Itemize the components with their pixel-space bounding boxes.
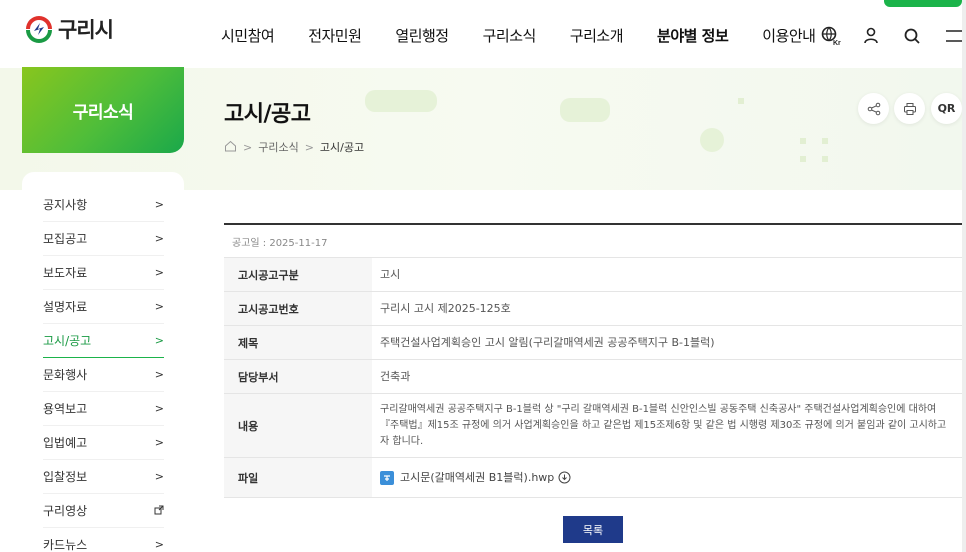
- sidebar-item-label: 입찰정보: [43, 470, 88, 484]
- gnb-item-field-info[interactable]: 분야별 정보: [657, 25, 729, 46]
- printer-icon: [903, 102, 916, 115]
- row-label-number: 고시공고번호: [224, 292, 372, 325]
- chevron-right-icon: >: [154, 334, 164, 347]
- search-icon[interactable]: [902, 26, 922, 46]
- external-link-icon: [154, 504, 164, 518]
- gnb-item-about[interactable]: 구리소개: [570, 25, 624, 46]
- sidebar-item-label: 구리영상: [43, 504, 88, 518]
- breadcrumb-level1[interactable]: 구리소식: [258, 139, 298, 155]
- gnb-item-open-admin[interactable]: 열린행정: [395, 25, 449, 46]
- row-value-content: 구리갈매역세권 공공주택지구 B-1블럭 상 "구리 갈매역세권 B-1블럭 신…: [380, 403, 947, 447]
- section-title-block: 구리소식: [22, 67, 184, 153]
- site-logo[interactable]: 구리시: [22, 14, 114, 44]
- sidebar-item-announcement[interactable]: 고시/공고 >: [43, 324, 164, 358]
- row-value-number: 구리시 고시 제2025-125호: [380, 301, 511, 315]
- row-label-title: 제목: [224, 326, 372, 359]
- table-row: 담당부서 건축과: [224, 360, 962, 394]
- main-navigation: 시민참여 전자민원 열린행정 구리소식 구리소개 분야별 정보 이용안내: [221, 25, 849, 46]
- sidebar-item-label: 보도자료: [43, 266, 88, 280]
- sidebar-item-label: 문화행사: [43, 368, 88, 382]
- sidebar-item-explain[interactable]: 설명자료 >: [43, 290, 164, 324]
- chevron-right-icon: >: [154, 300, 164, 313]
- chevron-right-icon: >: [154, 538, 164, 551]
- home-icon[interactable]: [224, 140, 237, 155]
- city-emblem-icon: [22, 14, 56, 44]
- print-button[interactable]: [894, 93, 925, 124]
- sidebar-item-video[interactable]: 구리영상: [43, 494, 164, 528]
- sidebar-item-card-news[interactable]: 카드뉴스 >: [43, 528, 164, 552]
- chevron-right-icon: >: [154, 198, 164, 211]
- gnb-item-guide[interactable]: 이용안내: [762, 25, 816, 46]
- user-icon[interactable]: [861, 26, 881, 46]
- chevron-right-icon: >: [154, 402, 164, 415]
- language-badge: Kr: [833, 40, 841, 46]
- logo-text: 구리시: [58, 18, 114, 42]
- menu-icon[interactable]: [944, 26, 964, 46]
- share-icon: [867, 102, 880, 115]
- page-title: 고시/공고: [224, 102, 311, 127]
- header-accent-bar: [884, 0, 962, 7]
- row-value-file: 고시문(갈매역세권 B1블럭).hwp: [372, 458, 962, 497]
- notice-detail-table: 공고일 : 2025-11-17 고시공고구분 고시 고시공고번호 구리시 고시…: [224, 223, 962, 498]
- chevron-right-icon: >: [154, 266, 164, 279]
- language-icon[interactable]: Kr: [821, 26, 841, 47]
- gnb-item-civil-service[interactable]: 전자민원: [308, 25, 362, 46]
- table-row: 고시공고구분 고시: [224, 258, 962, 292]
- sidebar-item-label: 용역보고: [43, 402, 88, 416]
- download-icon[interactable]: [558, 471, 571, 484]
- sidebar-item-bid[interactable]: 입찰정보 >: [43, 460, 164, 494]
- row-label-file: 파일: [224, 458, 372, 497]
- sidebar-item-culture[interactable]: 문화행사 >: [43, 358, 164, 392]
- breadcrumb: > 구리소식 > 고시/공고: [224, 139, 364, 155]
- attachment-link[interactable]: 고시문(갈매역세권 B1블럭).hwp: [400, 470, 554, 486]
- row-value-title: 주택건설사업계획승인 고시 알림(구리갈매역세권 공공주택지구 B-1블럭): [380, 335, 715, 349]
- sidebar-item-label: 고시/공고: [43, 334, 92, 348]
- sidebar-item-service-report[interactable]: 용역보고 >: [43, 392, 164, 426]
- table-row: 파일 고시문(갈매역세권 B1블럭).hwp: [224, 458, 962, 498]
- hwp-file-icon: [380, 470, 394, 485]
- sidebar-item-legislation[interactable]: 입법예고 >: [43, 426, 164, 460]
- breadcrumb-current: 고시/공고: [319, 141, 365, 154]
- sidebar-item-recruit[interactable]: 모집공고 >: [43, 222, 164, 256]
- share-button[interactable]: [858, 93, 889, 124]
- sidebar: 공지사항 > 모집공고 > 보도자료 > 설명자료 > 고시/공고 > 문화행사 > 용역보…: [22, 172, 184, 552]
- sidebar-item-press[interactable]: 보도자료 >: [43, 256, 164, 290]
- row-label-content: 내용: [224, 394, 372, 457]
- chevron-right-icon: >: [154, 232, 164, 245]
- row-label-category: 고시공고구분: [224, 258, 372, 291]
- sidebar-item-label: 설명자료: [43, 300, 88, 314]
- qr-button[interactable]: QR: [931, 93, 962, 124]
- table-row: 내용 구리갈매역세권 공공주택지구 B-1블럭 상 "구리 갈매역세권 B-1블…: [224, 394, 962, 458]
- table-row: 고시공고번호 구리시 고시 제2025-125호: [224, 292, 962, 326]
- chevron-right-icon: >: [154, 470, 164, 483]
- sidebar-item-notice[interactable]: 공지사항 >: [43, 188, 164, 222]
- row-value-category: 고시: [380, 267, 401, 281]
- row-label-department: 담당부서: [224, 360, 372, 393]
- gnb-item-citizen[interactable]: 시민참여: [221, 25, 275, 46]
- site-header: 구리시 시민참여 전자민원 열린행정 구리소식 구리소개 분야별 정보 이용안내…: [0, 0, 966, 68]
- gnb-item-news[interactable]: 구리소식: [483, 25, 537, 46]
- chevron-right-icon: >: [154, 368, 164, 381]
- chevron-right-icon: >: [154, 436, 164, 449]
- table-row: 제목 주택건설사업계획승인 고시 알림(구리갈매역세권 공공주택지구 B-1블럭…: [224, 326, 962, 360]
- sidebar-item-label: 입법예고: [43, 436, 88, 450]
- section-title: 구리소식: [72, 102, 134, 123]
- row-value-department: 건축과: [380, 369, 411, 383]
- breadcrumb-separator: >: [304, 140, 314, 154]
- sidebar-item-label: 공지사항: [43, 198, 88, 212]
- breadcrumb-separator: >: [243, 140, 253, 154]
- sidebar-item-label: 카드뉴스: [43, 538, 88, 552]
- notice-date: 공고일 : 2025-11-17: [224, 225, 962, 258]
- list-button[interactable]: 목록: [563, 516, 623, 543]
- scrollbar-track[interactable]: [962, 0, 966, 552]
- sidebar-item-label: 모집공고: [43, 232, 88, 246]
